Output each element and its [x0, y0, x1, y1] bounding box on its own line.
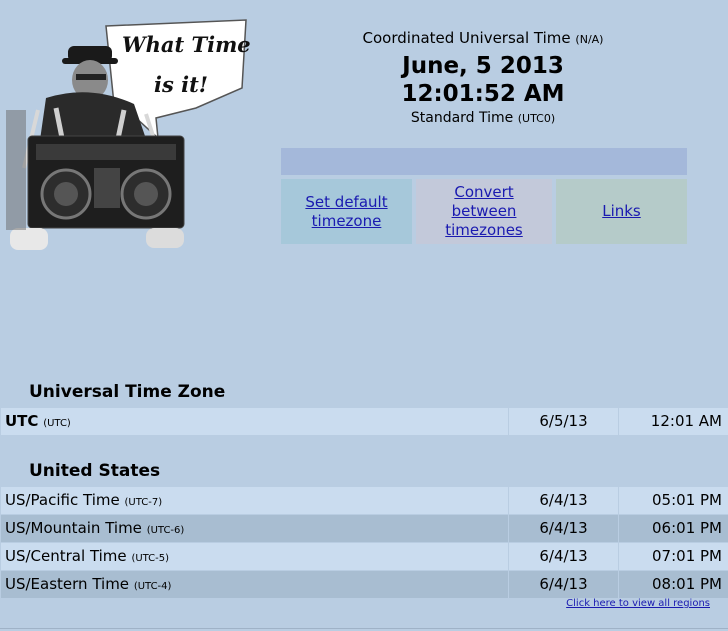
timezone-row-offset: (UTC-7) — [124, 497, 163, 508]
timezone-row-name: US/Central Time — [5, 547, 127, 565]
nav-cell-set-default: Set default timezone — [281, 179, 412, 244]
date-cell: 6/4/13 — [509, 515, 618, 542]
boombox-man-illustration: What Time is it! — [6, 19, 251, 250]
current-time-panel: Coordinated Universal Time (N/A) June, 5… — [280, 28, 686, 129]
time-cell: 12:01 AM — [619, 408, 728, 435]
timezone-cell: US/Mountain Time (UTC-6) — [1, 515, 508, 542]
date-cell: 6/4/13 — [509, 543, 618, 570]
date-cell: 6/5/13 — [509, 408, 618, 435]
timezone-row-name: US/Eastern Time — [5, 575, 130, 593]
timezone-row-name: UTC — [5, 412, 39, 430]
current-time: 12:01:52 AM — [401, 81, 565, 107]
timezone-row-name: US/Pacific Time — [5, 491, 120, 509]
nav-cell-links: Links — [556, 179, 687, 244]
section-title-universal: Universal Time Zone — [29, 382, 226, 402]
convert-timezones-link[interactable]: Convert between timezones — [442, 183, 526, 240]
timezone-cell: US/Central Time (UTC-5) — [1, 543, 508, 570]
time-cell: 06:01 PM — [619, 515, 728, 542]
speech-text-2: is it! — [154, 72, 208, 97]
table-row: US/Mountain Time (UTC-6) 6/4/13 06:01 PM — [0, 515, 728, 542]
time-cell: 07:01 PM — [619, 543, 728, 570]
standard-time-label: Standard Time — [410, 110, 514, 126]
view-all-regions-link[interactable]: Click here to view all regions — [566, 598, 710, 609]
standard-time-line: Standard Time (UTC0) — [280, 108, 686, 129]
nav-cell-convert: Convert between timezones — [416, 179, 552, 244]
table-row: UTC (UTC) 6/5/13 12:01 AM — [0, 408, 728, 435]
timezone-row-name: US/Mountain Time — [5, 519, 142, 537]
timezone-row-offset: (UTC-4) — [133, 581, 172, 592]
divider — [0, 628, 728, 629]
timezone-abbrev: (N/A) — [575, 33, 604, 46]
table-row: US/Pacific Time (UTC-7) 6/4/13 05:01 PM — [0, 487, 728, 514]
site-logo[interactable]: What Time is it! — [6, 18, 251, 256]
table-row: US/Eastern Time (UTC-4) 6/4/13 08:01 PM — [0, 571, 728, 598]
timezone-cell: US/Eastern Time (UTC-4) — [1, 571, 508, 598]
links-link[interactable]: Links — [602, 202, 641, 221]
speech-text-1: What Time — [122, 32, 250, 57]
timezone-name: Coordinated Universal Time — [362, 29, 571, 47]
table-row: US/Central Time (UTC-5) 6/4/13 07:01 PM — [0, 543, 728, 570]
time-cell: 08:01 PM — [619, 571, 728, 598]
timezone-title: Coordinated Universal Time (N/A) — [280, 28, 686, 50]
timezone-row-offset: (UTC) — [43, 418, 71, 429]
timezone-cell: UTC (UTC) — [1, 408, 508, 435]
timezone-row-offset: (UTC-6) — [146, 525, 185, 536]
date-cell: 6/4/13 — [509, 487, 618, 514]
current-date: June, 5 2013 — [402, 53, 564, 79]
date-cell: 6/4/13 — [509, 571, 618, 598]
set-default-timezone-link[interactable]: Set default timezone — [302, 193, 392, 231]
timezone-row-offset: (UTC-5) — [131, 553, 170, 564]
timezone-cell: US/Pacific Time (UTC-7) — [1, 487, 508, 514]
nav-bar — [281, 148, 687, 175]
section-title-united-states: United States — [29, 461, 161, 481]
time-cell: 05:01 PM — [619, 487, 728, 514]
standard-time-offset: (UTC0) — [517, 112, 556, 125]
